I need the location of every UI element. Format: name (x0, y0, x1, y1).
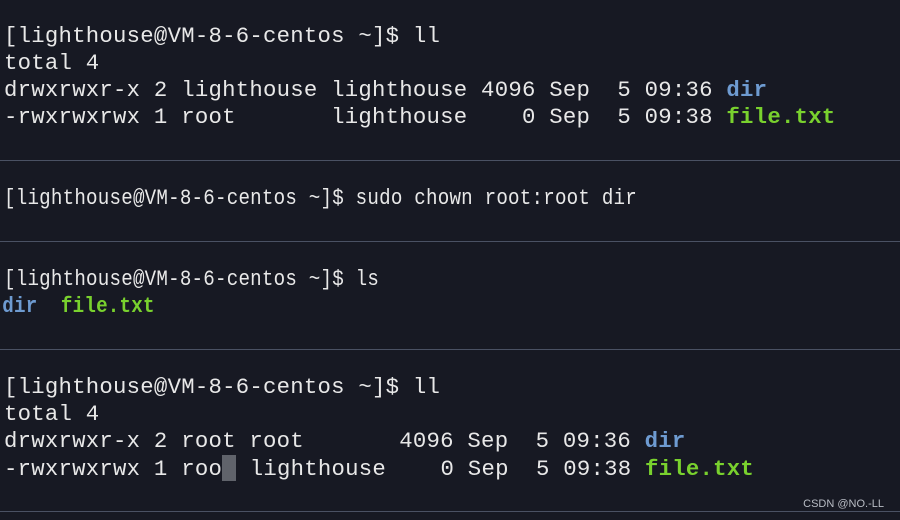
file-meta: lighthouse 0 Sep 5 09:38 (236, 456, 646, 482)
terminal-block-ls: [lighthouse@VM-8-6-centos ~]$ ls dir fil… (2, 266, 379, 320)
prompt: [lighthouse@VM-8-6-centos ~]$ (4, 185, 356, 211)
command: ls (355, 266, 380, 292)
directory-name: dir (726, 77, 768, 103)
directory-name: dir (2, 293, 38, 319)
total-line: total 4 (4, 50, 100, 76)
file-meta: -rwxrwxrwx 1 root lighthouse 0 Sep 5 09:… (4, 104, 727, 130)
file-name: file.txt (645, 456, 755, 482)
block-separator (0, 160, 900, 161)
file-meta: drwxrwxr-x 2 root root 4096 Sep 5 09:36 (4, 428, 645, 454)
file-name: file.txt (726, 104, 836, 130)
watermark: CSDN @NO.-LL (803, 498, 884, 510)
file-meta: -rwxrwxrwx 1 roo (4, 456, 223, 482)
block-separator (0, 241, 900, 242)
prompt-line: [lighthouse@VM-8-6-centos ~]$ sudo chown… (4, 185, 637, 212)
file-meta: drwxrwxr-x 2 lighthouse lighthouse 4096 … (4, 77, 727, 103)
listing-row: drwxrwxr-x 2 lighthouse lighthouse 4096 … (4, 77, 835, 104)
total-line: total 4 (4, 401, 100, 427)
text-cursor (222, 455, 237, 481)
terminal-block-ll-2: [lighthouse@VM-8-6-centos ~]$ ll total 4… (4, 374, 754, 482)
command: ll (412, 374, 441, 400)
prompt-line: [lighthouse@VM-8-6-centos ~]$ ll (4, 374, 754, 401)
file-name: file.txt (60, 293, 155, 319)
command: sudo chown root:root dir (355, 185, 638, 211)
block-separator (0, 349, 900, 350)
listing-row: -rwxrwxrwx 1 roo lighthouse 0 Sep 5 09:3… (4, 455, 754, 482)
prompt: [lighthouse@VM-8-6-centos ~]$ (4, 374, 413, 400)
directory-name: dir (644, 428, 686, 454)
listing-row: drwxrwxr-x 2 root root 4096 Sep 5 09:36 … (4, 428, 754, 455)
prompt: [lighthouse@VM-8-6-centos ~]$ (4, 23, 413, 49)
command: ll (412, 23, 441, 49)
block-separator (0, 511, 900, 512)
ls-output: dir file.txt (2, 293, 379, 320)
prompt-line: [lighthouse@VM-8-6-centos ~]$ ll (4, 23, 835, 50)
listing-row: -rwxrwxrwx 1 root lighthouse 0 Sep 5 09:… (4, 104, 835, 131)
prompt: [lighthouse@VM-8-6-centos ~]$ (4, 266, 356, 292)
terminal-block-ll-1: [lighthouse@VM-8-6-centos ~]$ ll total 4… (4, 23, 835, 131)
terminal-block-chown: [lighthouse@VM-8-6-centos ~]$ sudo chown… (4, 185, 637, 212)
prompt-line: [lighthouse@VM-8-6-centos ~]$ ls (4, 266, 379, 293)
